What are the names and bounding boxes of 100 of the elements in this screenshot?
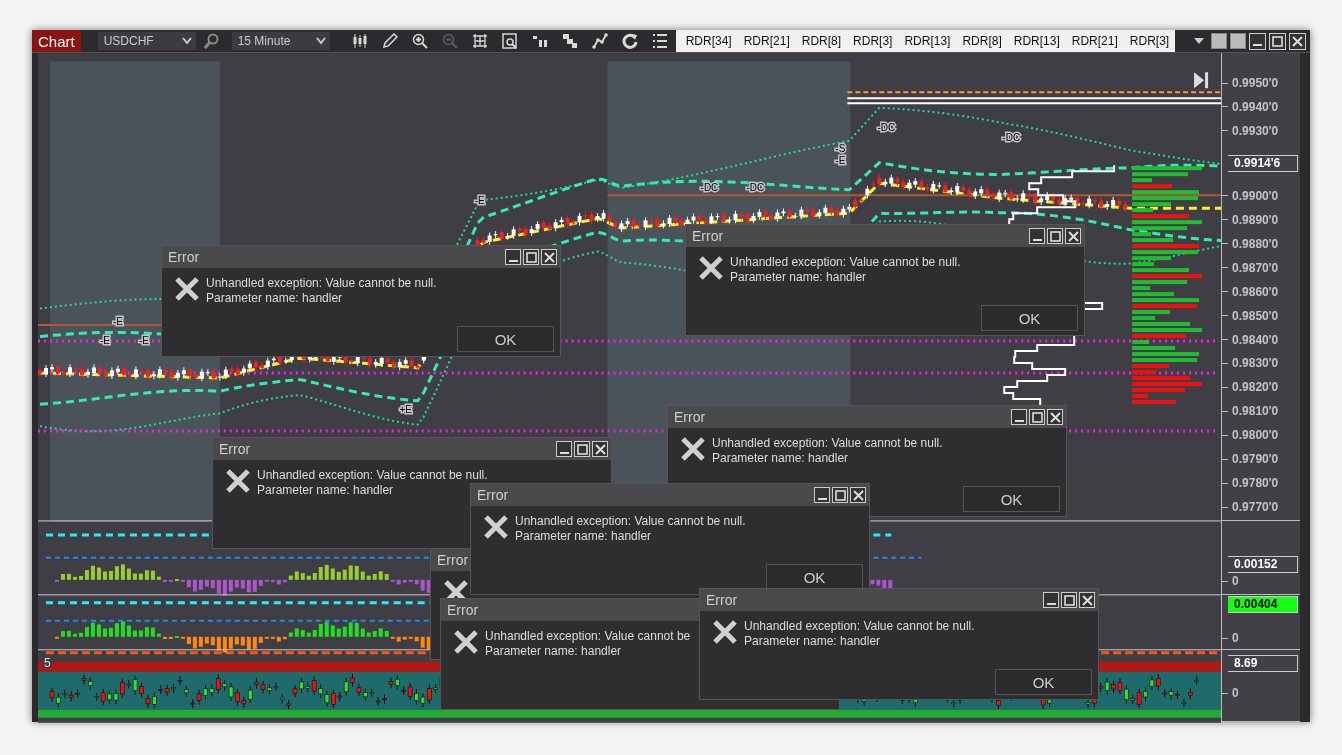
axis-label: 0.9790'0 <box>1232 452 1279 467</box>
signal-label: -E <box>474 195 485 207</box>
line-nodes-icon[interactable] <box>591 33 608 49</box>
axis-label: 0.9770'0 <box>1232 500 1279 515</box>
axis-label: 0.9820'0 <box>1232 380 1279 395</box>
maximize-button[interactable] <box>523 249 539 265</box>
error-message: Unhandled exception: Value cannot be null. <box>515 514 746 529</box>
close-button[interactable] <box>592 441 608 457</box>
signal-label: -DC <box>700 182 719 194</box>
indicator-tab[interactable]: RDR[8] <box>795 30 848 52</box>
axis-label: 0.9810'0 <box>1232 404 1279 419</box>
ok-button[interactable]: OK <box>995 669 1092 695</box>
dropdown-arrow-icon <box>1194 37 1204 45</box>
signal-label: -E <box>835 155 846 167</box>
close-button[interactable] <box>541 249 557 265</box>
maximize-button[interactable] <box>1029 409 1045 425</box>
minimize-button[interactable] <box>1029 228 1045 244</box>
axis-label: 0.9900'0 <box>1232 188 1279 203</box>
maximize-button[interactable] <box>1047 228 1063 244</box>
close-icon <box>1292 35 1303 47</box>
dialog-title: Error <box>219 441 251 457</box>
maximize-icon <box>1031 411 1043 423</box>
caret-icon <box>315 37 326 45</box>
steps-icon[interactable] <box>561 33 578 49</box>
close-button[interactable] <box>1065 228 1081 244</box>
zoom-in-icon[interactable] <box>411 33 428 49</box>
chart-button[interactable]: Chart <box>32 30 81 52</box>
minimize-button[interactable] <box>505 249 521 265</box>
bars-icon[interactable] <box>531 33 548 49</box>
document-search-icon[interactable] <box>501 33 518 49</box>
maximize-button[interactable] <box>832 487 848 503</box>
dialog-title: Error <box>437 552 469 568</box>
ok-button[interactable]: OK <box>981 305 1078 331</box>
value-marker: 8.69 <box>1228 655 1299 673</box>
close-icon <box>1049 411 1061 423</box>
scroll-end-icon <box>1194 72 1209 89</box>
close-button[interactable] <box>1079 592 1095 608</box>
close-button[interactable] <box>1047 409 1063 425</box>
cross-icon <box>712 619 738 645</box>
timeframe-dropdown[interactable]: 15 Minute <box>231 32 330 50</box>
refresh-icon[interactable] <box>621 33 638 49</box>
axis-label: 0.9800'0 <box>1232 428 1279 443</box>
signal-label: -DC <box>877 122 896 134</box>
signal-label: +E <box>399 404 412 415</box>
error-detail: Parameter name: handler <box>712 451 850 466</box>
close-button[interactable] <box>850 487 866 503</box>
maximize-button[interactable] <box>1061 592 1077 608</box>
ok-button[interactable]: OK <box>766 564 863 590</box>
indicator-tab[interactable]: RDR[13] <box>898 30 957 52</box>
indicator-tab[interactable]: RDR[34] <box>679 30 738 52</box>
close-icon <box>1067 230 1079 242</box>
cross-icon <box>225 468 251 494</box>
signal-label: -E <box>99 335 110 347</box>
indicator-tab[interactable]: RDR[3] <box>847 30 899 52</box>
error-detail: Parameter name: handler <box>730 270 868 285</box>
signal-label: -S <box>835 143 846 155</box>
current-price-marker: 0.9914'6 <box>1228 154 1299 172</box>
axis-label: 0.9780'0 <box>1232 476 1279 491</box>
axis-label: 0 <box>1232 574 1239 589</box>
indicator-tab[interactable]: RDR[21] <box>1065 30 1124 52</box>
error-message: Unhandled exception: Value cannot be null. <box>730 255 961 270</box>
value-marker: 0.00404 <box>1228 596 1299 614</box>
minimize-button[interactable] <box>1043 592 1059 608</box>
minimize-button[interactable] <box>814 487 830 503</box>
minimize-icon <box>817 497 827 500</box>
minimize-button[interactable] <box>1249 32 1266 50</box>
maximize-icon <box>834 489 846 501</box>
error-message: Unhandled exception: Value cannot be null. <box>712 436 943 451</box>
indicator-tab[interactable]: RDR[8] <box>956 30 1008 52</box>
value-marker: 0.00152 <box>1228 556 1299 574</box>
maximize-button[interactable] <box>1269 32 1286 50</box>
maximize-icon <box>525 251 537 263</box>
symbol-dropdown[interactable]: USDCHF <box>97 32 196 50</box>
ok-button[interactable]: OK <box>457 326 554 352</box>
axis-label: 0.9840'0 <box>1232 332 1279 347</box>
minimize-button[interactable] <box>556 441 572 457</box>
indicator-tab[interactable]: RDR[21] <box>737 30 796 52</box>
axis-label: 0.9850'0 <box>1232 308 1279 323</box>
close-icon <box>594 443 606 455</box>
candlestick-icon[interactable] <box>351 33 368 49</box>
ok-button[interactable]: OK <box>963 486 1060 512</box>
crosshair-icon[interactable] <box>471 33 488 49</box>
maximize-button[interactable] <box>574 441 590 457</box>
minimize-icon <box>1253 43 1262 46</box>
list-icon[interactable] <box>651 33 668 49</box>
panel-toggle-icon <box>1211 33 1227 49</box>
close-button[interactable] <box>1289 32 1306 50</box>
axis-label: 0 <box>1232 631 1239 646</box>
dialog-title: Error <box>168 249 200 265</box>
minimize-icon <box>508 259 518 262</box>
minimize-button[interactable] <box>1011 409 1027 425</box>
minimize-icon <box>1046 602 1056 605</box>
error-message: Unhandled exception: Value cannot be null. <box>744 619 975 634</box>
indicator-tab[interactable]: RDR[3] <box>1123 30 1176 52</box>
signal-label: -E <box>138 335 149 347</box>
dialog-title: Error <box>674 409 706 425</box>
indicator-tab[interactable]: RDR[13] <box>1007 30 1066 52</box>
pencil-icon[interactable] <box>381 33 398 49</box>
cross-icon <box>174 276 200 302</box>
axis-label: 0.9950'0 <box>1232 76 1279 90</box>
